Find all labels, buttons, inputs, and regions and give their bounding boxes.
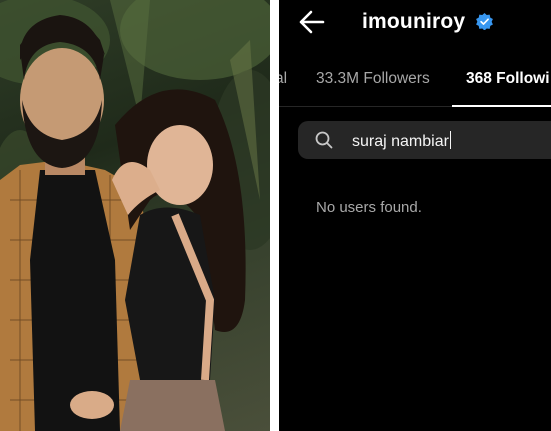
search-query-value: suraj nambiar — [352, 133, 449, 150]
follow-tabs: al 33.3M Followers 368 Followi — [279, 56, 551, 107]
couple-photo — [0, 0, 270, 431]
no-results-message: No users found. — [316, 199, 422, 216]
tab-following[interactable]: 368 Followi — [466, 70, 550, 88]
verified-badge-icon — [476, 13, 493, 30]
profile-username: imouniroy — [362, 10, 466, 33]
active-tab-indicator — [452, 105, 551, 107]
search-icon — [315, 131, 333, 149]
tab-mutual[interactable]: al — [279, 70, 287, 88]
tab-followers[interactable]: 33.3M Followers — [316, 70, 430, 88]
search-query-text: suraj nambiar — [352, 131, 451, 151]
top-bar: imouniroy — [279, 0, 551, 48]
text-cursor — [449, 131, 451, 149]
panel-divider — [270, 0, 279, 431]
arrow-left-icon[interactable] — [297, 8, 327, 36]
instagram-following-screen: imouniroy al 33.3M Followers 368 Followi… — [279, 0, 551, 431]
couple-photo-illustration — [0, 0, 270, 431]
search-input[interactable]: suraj nambiar — [298, 121, 551, 159]
